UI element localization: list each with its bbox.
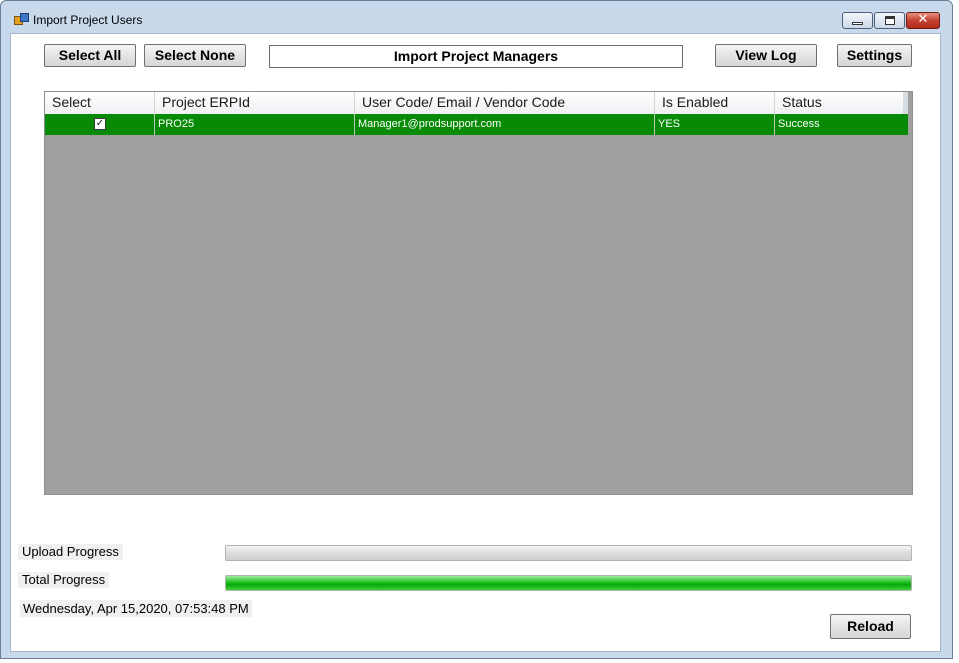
import-project-managers-button[interactable]: Import Project Managers [269, 45, 683, 68]
column-header-status[interactable]: Status [775, 92, 908, 114]
users-grid[interactable]: Select Project ERPId User Code/ Email / … [44, 91, 913, 495]
select-none-button[interactable]: Select None [144, 44, 246, 67]
row-select-checkbox[interactable]: ✓ [94, 118, 106, 130]
column-header-is-enabled[interactable]: Is Enabled [655, 92, 775, 114]
window-title: Import Project Users [33, 13, 143, 27]
column-header-select[interactable]: Select [45, 92, 155, 114]
header-grip [903, 92, 908, 114]
is-enabled-cell[interactable]: YES [655, 114, 775, 135]
column-header-project-erpid[interactable]: Project ERPId [155, 92, 355, 114]
total-progress-bar [225, 575, 912, 591]
upload-progress-label: Upload Progress [18, 544, 123, 560]
close-icon: ✕ [917, 12, 929, 27]
user-code-cell[interactable]: Manager1@prodsupport.com [355, 114, 655, 135]
title-bar[interactable]: Import Project Users ✕ [1, 1, 952, 33]
column-header-user-code[interactable]: User Code/ Email / Vendor Code [355, 92, 655, 114]
minimize-icon [852, 22, 863, 25]
settings-button[interactable]: Settings [837, 44, 912, 67]
close-button[interactable]: ✕ [906, 12, 940, 29]
reload-button[interactable]: Reload [830, 614, 911, 639]
total-progress-fill [226, 576, 911, 590]
project-erpid-cell[interactable]: PRO25 [155, 114, 355, 135]
main-window: Import Project Users ✕ Select All Select… [0, 0, 953, 659]
status-datetime: Wednesday, Apr 15,2020, 07:53:48 PM [20, 600, 252, 617]
grid-header: Select Project ERPId User Code/ Email / … [45, 92, 908, 115]
minimize-button[interactable] [842, 12, 873, 29]
total-progress-label: Total Progress [18, 572, 110, 588]
maximize-button[interactable] [874, 12, 905, 29]
select-cell[interactable]: ✓ [45, 114, 155, 135]
client-area: Select All Select None Import Project Ma… [10, 33, 941, 652]
select-all-button[interactable]: Select All [44, 44, 136, 67]
status-cell[interactable]: Success [775, 114, 908, 135]
view-log-button[interactable]: View Log [715, 44, 817, 67]
upload-progress-bar [225, 545, 912, 561]
maximize-icon [885, 16, 895, 25]
table-row[interactable]: ✓ PRO25 Manager1@prodsupport.com YES Suc… [45, 114, 908, 135]
app-icon [14, 13, 29, 25]
